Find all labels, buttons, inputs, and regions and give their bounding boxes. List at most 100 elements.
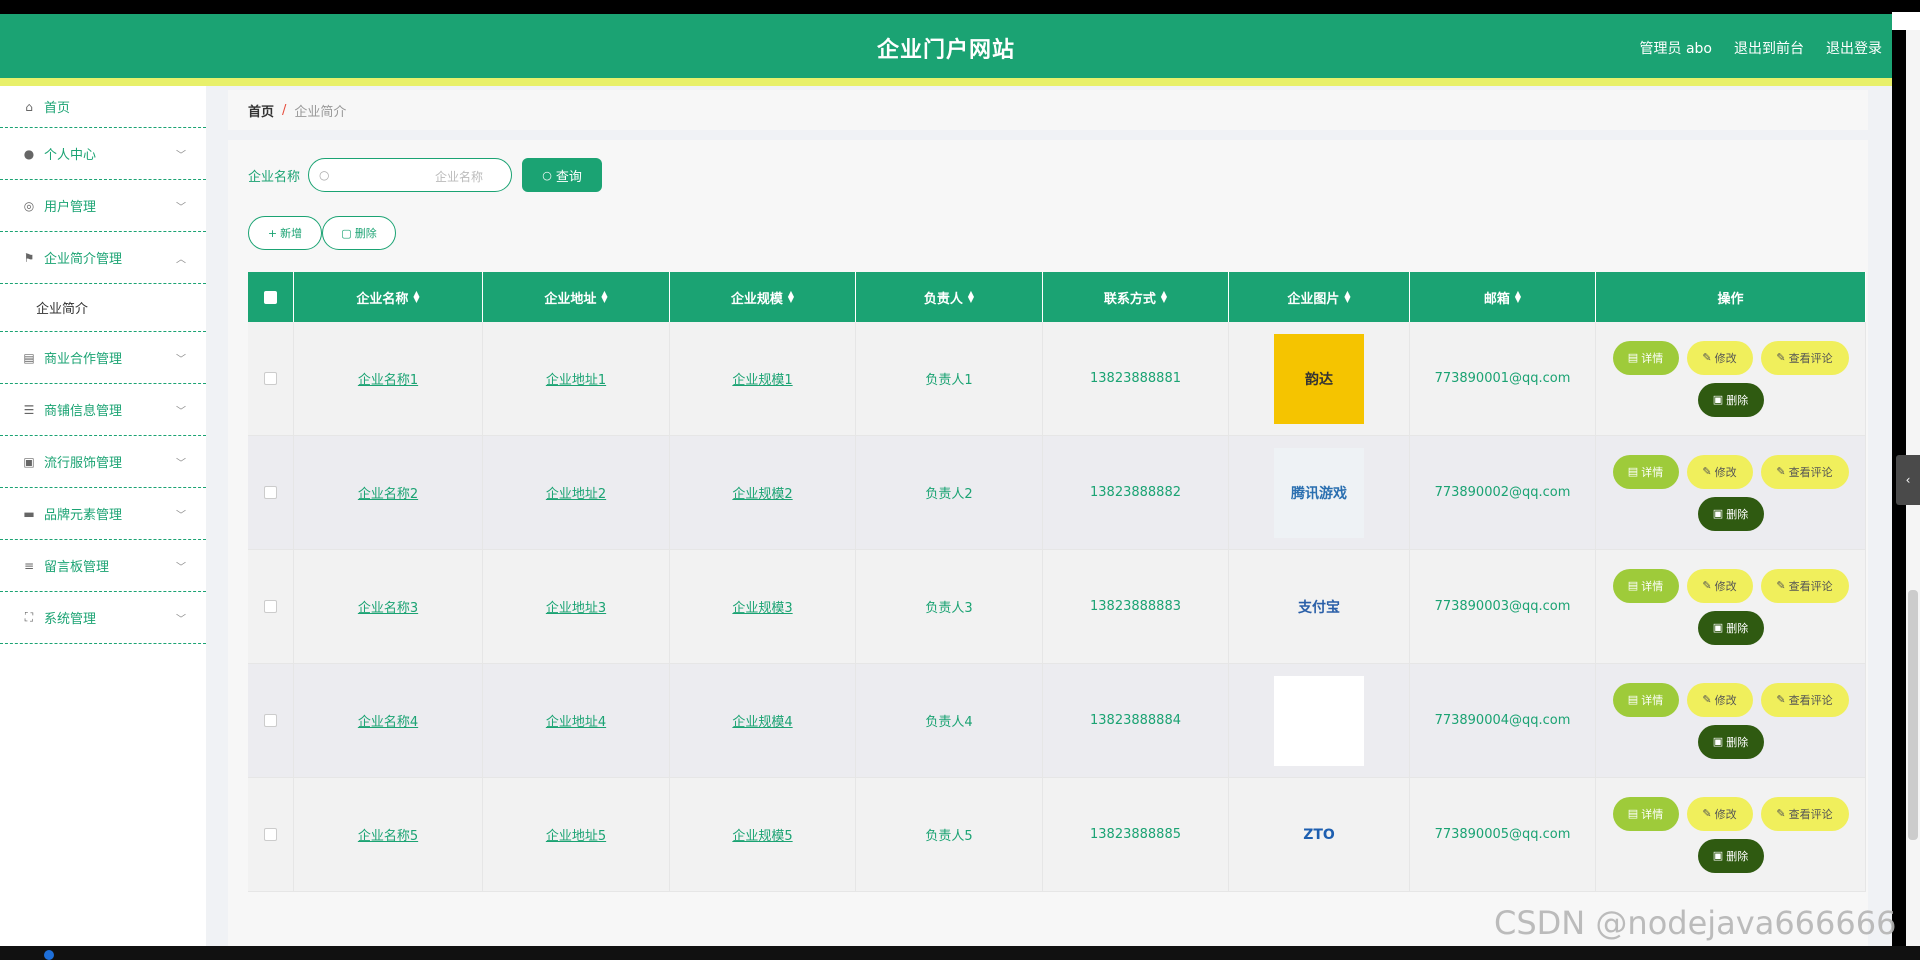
header-scale[interactable]: 企业规模 ▲ ▼ <box>670 272 856 322</box>
sort-icon[interactable]: ▲ ▼ <box>788 290 794 304</box>
owner-text: 负责人3 <box>925 601 973 616</box>
pencil-icon: ✎ <box>1702 465 1712 478</box>
sidebar-item-cooperation[interactable]: ▤ 商业合作管理 ﹀ <box>0 332 206 384</box>
email-text: 773890001@qq.com <box>1434 371 1571 386</box>
company-address-link[interactable]: 企业地址4 <box>546 711 606 730</box>
company-name-link[interactable]: 企业名称4 <box>358 711 418 730</box>
sidebar-item-home[interactable]: ⌂ 首页 <box>0 86 206 128</box>
cell-owner: 负责人2 <box>856 436 1043 549</box>
logout-link[interactable]: 退出登录 <box>1826 38 1882 58</box>
company-scale-link[interactable]: 企业规模5 <box>732 825 792 844</box>
edit-button[interactable]: ✎ 修改 <box>1686 682 1753 717</box>
company-logo-image[interactable]: ZTO <box>1274 789 1364 880</box>
search-input[interactable]: ○ 企业名称 <box>308 158 513 192</box>
sidebar-item-shops[interactable]: ☰ 商铺信息管理 ﹀ <box>0 384 206 436</box>
delete-button[interactable]: ▣ 删除 <box>1697 838 1764 873</box>
header-address[interactable]: 企业地址 ▲ ▼ <box>483 272 670 322</box>
sidebar-item-fashion[interactable]: ▣ 流行服饰管理 ﹀ <box>0 436 206 488</box>
add-label: 新增 <box>280 227 303 240</box>
query-button[interactable]: ○ 查询 <box>522 158 603 192</box>
delete-button[interactable]: ▣ 删除 <box>1697 382 1764 417</box>
company-address-link[interactable]: 企业地址5 <box>546 825 606 844</box>
header-email[interactable]: 邮箱 ▲ ▼ <box>1410 272 1596 322</box>
sort-icon[interactable]: ▲ ▼ <box>601 290 607 304</box>
breadcrumb-home[interactable]: 首页 <box>248 101 274 120</box>
pencil-icon: ✎ <box>1776 807 1786 820</box>
delete-label: 删除 <box>1726 393 1749 407</box>
detail-button[interactable]: ▤ 详情 <box>1612 796 1679 831</box>
company-logo-image[interactable]: 支付宝 <box>1274 561 1364 652</box>
sidebar-item-company-intro[interactable]: ⚑ 企业简介管理 ︿ <box>0 232 206 284</box>
review-label: 查看评论 <box>1788 465 1833 479</box>
edit-button[interactable]: ✎ 修改 <box>1686 454 1753 489</box>
sidebar-item-system[interactable]: ⛶ 系统管理 ﹀ <box>0 592 206 644</box>
row-checkbox[interactable] <box>264 828 277 841</box>
view-comments-button[interactable]: ✎ 查看评论 <box>1760 340 1849 375</box>
edit-button[interactable]: ✎ 修改 <box>1686 568 1753 603</box>
sort-icon[interactable]: ▲ ▼ <box>1161 290 1167 304</box>
company-name-link[interactable]: 企业名称2 <box>358 483 418 502</box>
company-logo-image[interactable] <box>1274 675 1364 766</box>
sidebar-item-profile[interactable]: ● 个人中心 ﹀ <box>0 128 206 180</box>
sidebar-item-label: 个人中心 <box>44 148 97 163</box>
company-scale-link[interactable]: 企业规模4 <box>732 711 792 730</box>
detail-button[interactable]: ▤ 详情 <box>1612 454 1679 489</box>
detail-button[interactable]: ▤ 详情 <box>1612 568 1679 603</box>
sort-icon[interactable]: ▲ ▼ <box>1515 290 1521 304</box>
edit-button[interactable]: ✎ 修改 <box>1686 796 1753 831</box>
collapse-panel-toggle[interactable]: ‹ <box>1896 455 1920 505</box>
company-name-link[interactable]: 企业名称1 <box>358 369 418 388</box>
delete-button[interactable]: ▣ 删除 <box>1697 496 1764 531</box>
row-checkbox[interactable] <box>264 600 277 613</box>
row-checkbox[interactable] <box>264 486 277 499</box>
cell-scale: 企业规模1 <box>670 322 856 435</box>
batch-delete-button[interactable]: ▢ 删除 <box>322 216 396 250</box>
sidebar-item-users[interactable]: ◎ 用户管理 ﹀ <box>0 180 206 232</box>
delete-button[interactable]: ▣ 删除 <box>1697 724 1764 759</box>
edit-button[interactable]: ✎ 修改 <box>1686 340 1753 375</box>
row-checkbox[interactable] <box>264 372 277 385</box>
phone-text: 13823888883 <box>1090 599 1181 614</box>
add-button[interactable]: + 新增 <box>248 216 322 250</box>
header-owner[interactable]: 负责人 ▲ ▼ <box>856 272 1043 322</box>
company-scale-link[interactable]: 企业规模3 <box>732 597 792 616</box>
delete-label: 删除 <box>1726 507 1749 521</box>
sort-icon[interactable]: ▲ ▼ <box>968 290 974 304</box>
view-comments-button[interactable]: ✎ 查看评论 <box>1760 682 1849 717</box>
breadcrumb-current: 企业简介 <box>294 104 347 120</box>
header-image[interactable]: 企业图片 ▲ ▼ <box>1229 272 1410 322</box>
sort-icon[interactable]: ▲ ▼ <box>1344 290 1350 304</box>
company-name-link[interactable]: 企业名称5 <box>358 825 418 844</box>
company-logo-image[interactable]: 腾讯游戏 <box>1274 447 1364 538</box>
company-name-link[interactable]: 企业名称3 <box>358 597 418 616</box>
sidebar-item-brand[interactable]: ▬ 品牌元素管理 ﹀ <box>0 488 206 540</box>
sidebar-item-guestbook[interactable]: ≡ 留言板管理 ﹀ <box>0 540 206 592</box>
detail-button[interactable]: ▤ 详情 <box>1612 340 1679 375</box>
view-comments-button[interactable]: ✎ 查看评论 <box>1760 796 1849 831</box>
sort-icon[interactable]: ▲ ▼ <box>413 290 419 304</box>
row-checkbox[interactable] <box>264 714 277 727</box>
list-icon: ☰ <box>23 402 35 417</box>
action-row: + 新增 ▢ 删除 <box>248 216 396 250</box>
company-address-link[interactable]: 企业地址1 <box>546 369 606 388</box>
pencil-icon: ✎ <box>1702 693 1712 706</box>
select-all-checkbox[interactable] <box>264 290 277 304</box>
detail-button[interactable]: ▤ 详情 <box>1612 682 1679 717</box>
page-scrollbar-thumb[interactable] <box>1908 590 1918 840</box>
company-scale-link[interactable]: 企业规模2 <box>732 483 792 502</box>
delete-button[interactable]: ▣ 删除 <box>1697 610 1764 645</box>
header-name[interactable]: 企业名称 ▲ ▼ <box>294 272 483 322</box>
company-address-link[interactable]: 企业地址3 <box>546 597 606 616</box>
cell-email: 773890004@qq.com <box>1410 664 1596 777</box>
sidebar-subitem-company-intro[interactable]: 企业简介 <box>0 284 206 332</box>
header-phone[interactable]: 联系方式 ▲ ▼ <box>1043 272 1229 322</box>
sidebar-subitem-label: 企业简介 <box>36 302 89 317</box>
view-comments-button[interactable]: ✎ 查看评论 <box>1760 568 1849 603</box>
back-to-front-link[interactable]: 退出到前台 <box>1734 38 1804 58</box>
company-scale-link[interactable]: 企业规模1 <box>732 369 792 388</box>
company-address-link[interactable]: 企业地址2 <box>546 483 606 502</box>
view-comments-button[interactable]: ✎ 查看评论 <box>1760 454 1849 489</box>
company-logo-image[interactable]: 韵达 <box>1274 333 1364 424</box>
cell-image: 韵达 <box>1229 322 1410 435</box>
search-icon: ○ <box>319 168 330 182</box>
